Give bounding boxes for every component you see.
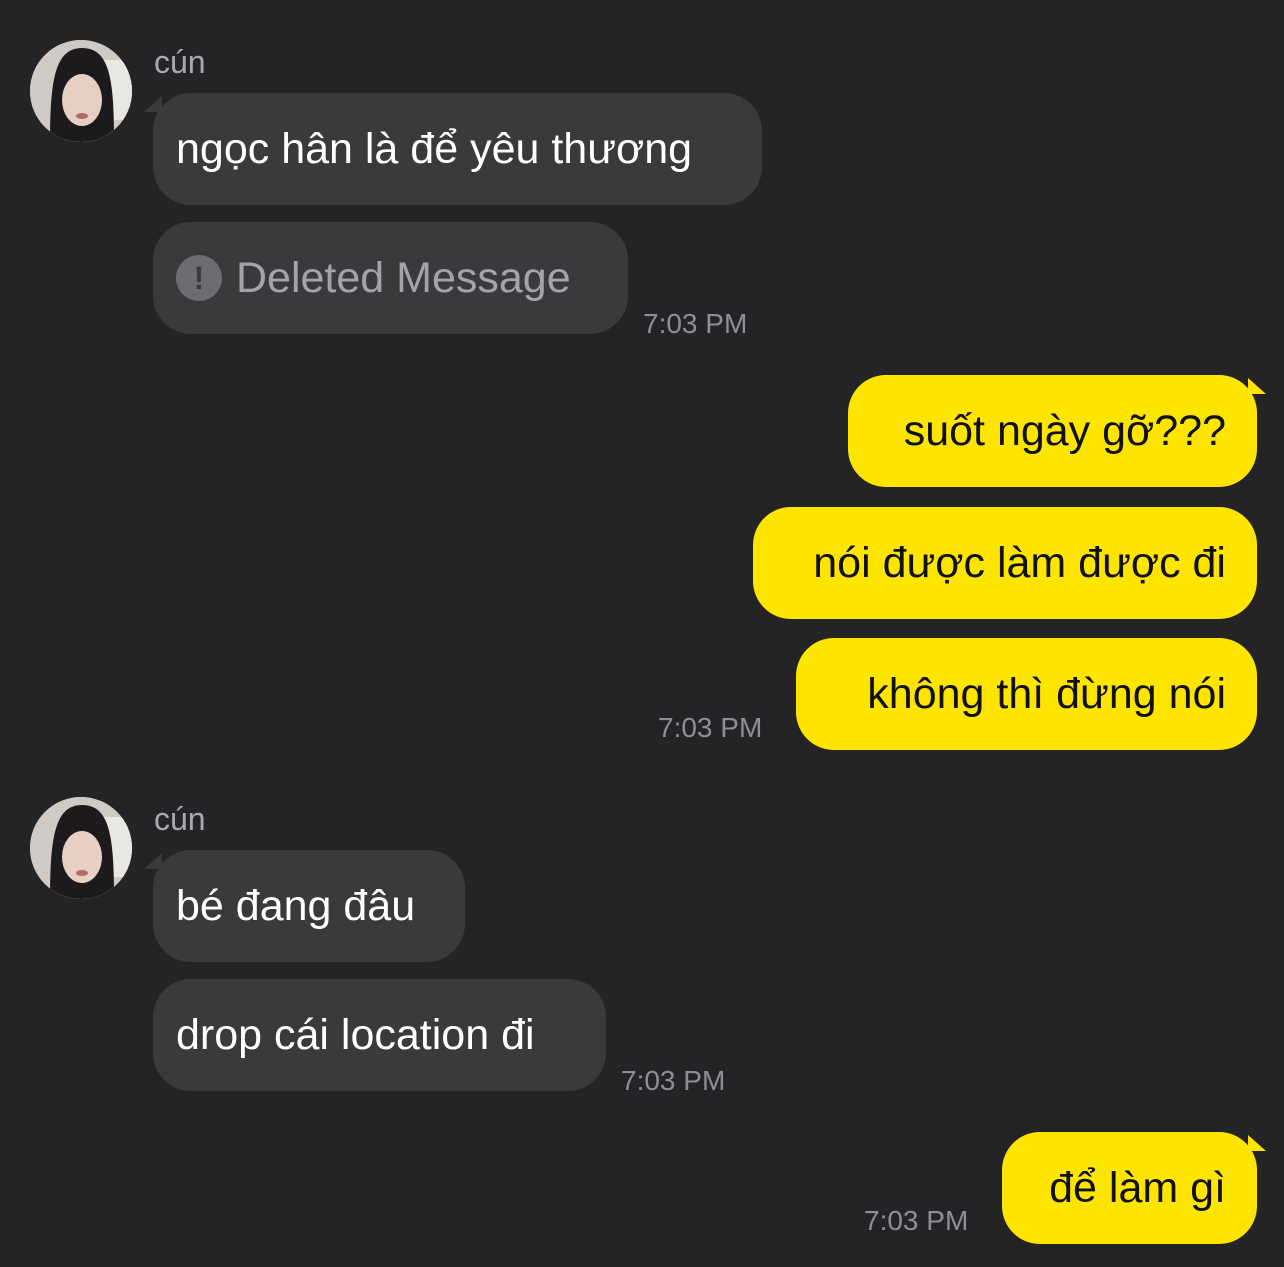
- contact-avatar[interactable]: [30, 797, 132, 899]
- message-text: không thì đừng nói: [867, 669, 1226, 718]
- message-bubble-outgoing[interactable]: nói được làm được đi: [753, 507, 1257, 619]
- chat-thread[interactable]: cún ngọc hân là để yêu thương ! Deleted …: [0, 0, 1284, 1267]
- message-bubble-outgoing[interactable]: không thì đừng nói: [796, 638, 1257, 750]
- sender-name: cún: [154, 801, 206, 837]
- deleted-message-text: Deleted Message: [236, 253, 571, 302]
- message-text: nói được làm được đi: [813, 538, 1226, 587]
- message-timestamp: 7:03 PM: [864, 1205, 969, 1236]
- message-text: để làm gì: [1049, 1163, 1226, 1212]
- contact-avatar[interactable]: [30, 40, 132, 142]
- message-bubble-outgoing[interactable]: để làm gì: [1002, 1132, 1257, 1244]
- sender-name: cún: [154, 44, 206, 80]
- message-timestamp: 7:03 PM: [658, 712, 763, 743]
- message-bubble-incoming[interactable]: bé đang đâu: [153, 850, 465, 962]
- message-timestamp: 7:03 PM: [643, 308, 748, 339]
- message-text: suốt ngày gỡ???: [903, 406, 1226, 455]
- message-bubble-incoming[interactable]: ngọc hân là để yêu thương: [153, 93, 762, 205]
- message-timestamp: 7:03 PM: [621, 1065, 726, 1096]
- message-bubble-outgoing[interactable]: suốt ngày gỡ???: [848, 375, 1257, 487]
- message-text: drop cái location đi: [176, 1010, 535, 1059]
- message-bubble-incoming[interactable]: drop cái location đi: [153, 979, 606, 1091]
- message-text: ngọc hân là để yêu thương: [176, 124, 693, 173]
- deleted-message-bubble[interactable]: ! Deleted Message: [153, 222, 628, 334]
- exclamation-icon: !: [176, 255, 222, 301]
- message-text: bé đang đâu: [176, 881, 416, 930]
